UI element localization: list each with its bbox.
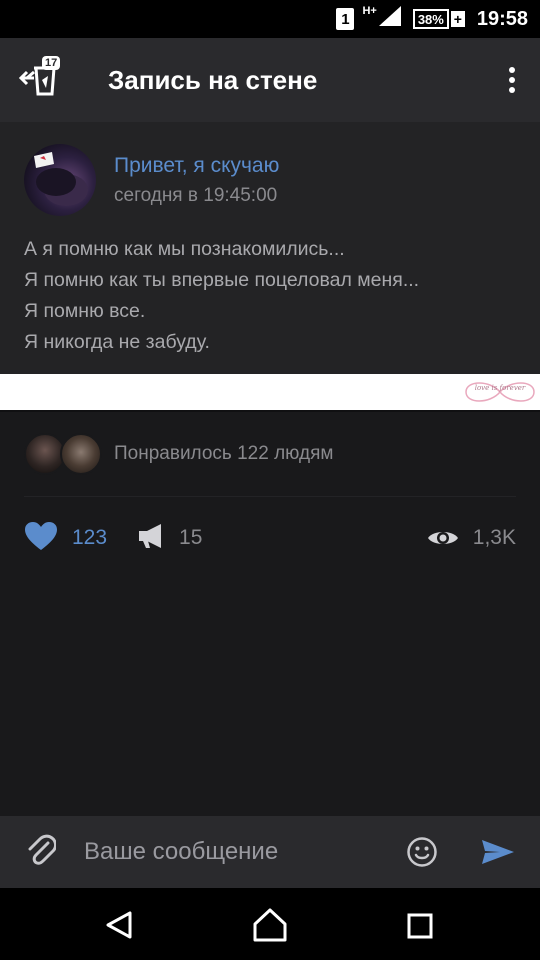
share-button[interactable] (137, 523, 165, 554)
nav-home-icon (253, 908, 287, 942)
network-type: H+ (362, 5, 377, 17)
more-options-button[interactable] (502, 64, 522, 96)
post-timestamp: сегодня в 19:45:00 (114, 185, 278, 206)
post-text-line: Я никогда не забуду. (24, 331, 210, 353)
paperclip-icon (28, 834, 57, 865)
share-count: 15 (179, 526, 203, 549)
post-image-banner[interactable]: love is forever (0, 374, 540, 410)
heart-icon (25, 521, 57, 550)
liked-by-text: Понравилось 122 людям (114, 443, 334, 464)
views-count: 1,3K (472, 526, 516, 549)
more-vertical-icon (509, 67, 515, 93)
message-composer (0, 816, 540, 888)
message-input[interactable] (84, 838, 374, 866)
app-bar: 17 Запись на стене (0, 38, 540, 122)
send-button[interactable] (480, 838, 516, 871)
charging-icon: + (450, 11, 465, 27)
attach-button[interactable] (26, 833, 57, 872)
emoji-button[interactable] (406, 836, 438, 873)
status-bar: 1 H+ 38% + 19:58 (0, 0, 540, 38)
nav-recents-button[interactable] (406, 912, 434, 945)
nav-back-button[interactable] (104, 910, 134, 945)
smiley-icon (407, 837, 437, 867)
system-nav-bar (0, 888, 540, 960)
wall-post: Привет, я скучаю сегодня в 19:45:00 А я … (0, 122, 540, 374)
banner-watermark: love is forever (475, 384, 526, 392)
clock: 19:58 (476, 7, 528, 30)
sim-slot-indicator: 1 (336, 8, 355, 30)
like-button[interactable] (24, 521, 58, 556)
post-actions: 123 15 1,3K (24, 518, 516, 558)
back-button[interactable]: 17 (6, 38, 76, 122)
notification-badge: 17 (42, 56, 61, 70)
post-text-line: Я помню все. (24, 300, 146, 322)
like-count: 123 (72, 526, 108, 549)
divider (0, 410, 540, 412)
megaphone-icon (139, 523, 162, 548)
views-indicator: 1,3K (427, 526, 516, 550)
nav-home-button[interactable] (252, 908, 288, 947)
liked-by-row[interactable]: Понравилось 122 людям (24, 432, 333, 476)
divider (24, 496, 516, 497)
signal-icon (378, 6, 401, 32)
post-text: А я помню как мы познакомились... Я помн… (24, 234, 524, 358)
post-author-name[interactable]: Привет, я скучаю (114, 154, 279, 178)
page-title: Запись на стене (108, 64, 318, 95)
eye-icon (427, 532, 458, 544)
battery-indicator: 38% (412, 9, 449, 29)
nav-recents-icon (407, 913, 433, 939)
send-icon (482, 840, 514, 864)
post-text-line: А я помню как мы познакомились... (24, 238, 345, 260)
post-text-line: Я помню как ты впервые поцеловал меня... (24, 269, 420, 291)
nav-back-icon (106, 911, 132, 939)
author-avatar[interactable] (24, 144, 96, 216)
liker-avatar (60, 433, 102, 475)
